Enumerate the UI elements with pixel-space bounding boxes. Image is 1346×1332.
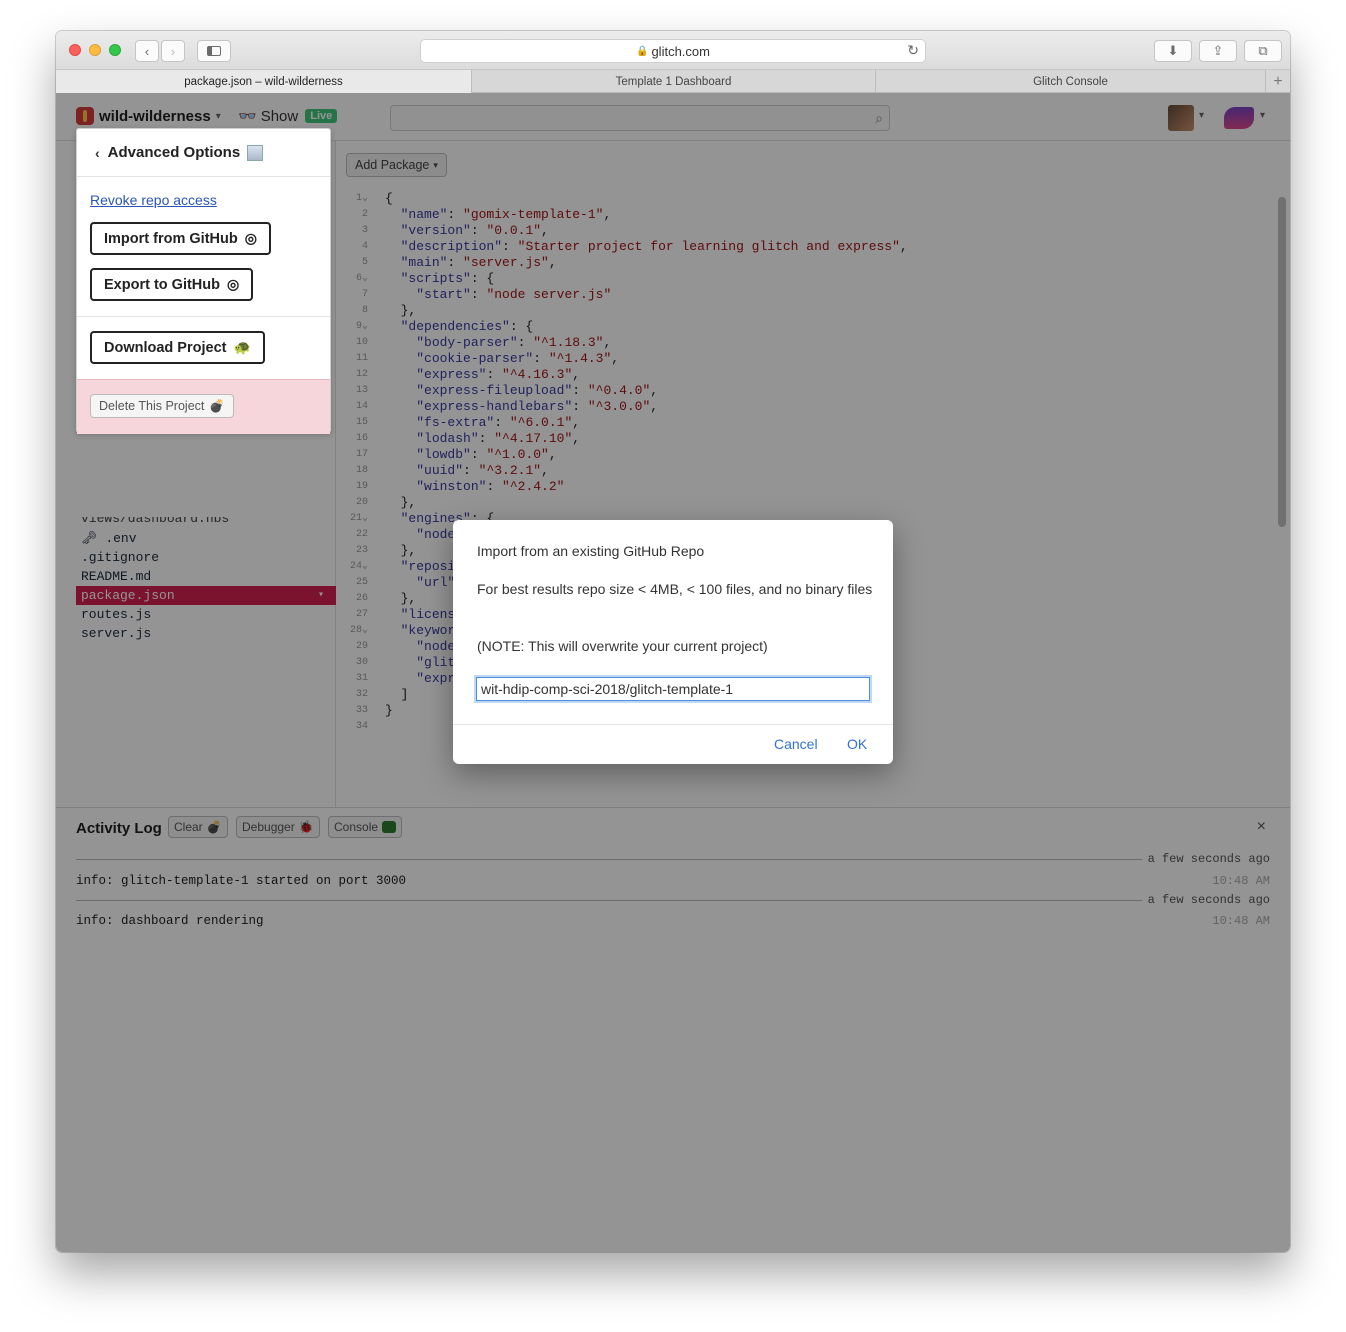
tower-icon [247,144,264,161]
repo-input[interactable] [476,677,870,701]
advanced-options-popover: ‹ Advanced Options Revoke repo access Im… [76,128,331,434]
github-icon: ◎ [244,230,257,246]
sidebar-toggle-button[interactable] [197,40,231,62]
tab-template-dashboard[interactable]: Template 1 Dashboard [472,70,876,93]
minimize-window-button[interactable] [89,44,101,56]
turtle-icon: 🐢 [233,339,251,355]
new-tab-button[interactable]: + [1266,70,1290,93]
downloads-button[interactable]: ⬇ [1154,40,1192,62]
export-github-button[interactable]: Export to GitHub ◎ [90,268,254,301]
chevron-left-icon: ‹ [144,43,150,59]
cancel-button[interactable]: Cancel [774,736,818,752]
forward-button[interactable]: › [161,40,185,62]
sidebar-icon [207,46,221,56]
zoom-window-button[interactable] [109,44,121,56]
dialog-note: (NOTE: This will overwrite your current … [477,638,768,654]
tab-package-json[interactable]: package.json – wild-wilderness [56,70,472,93]
dialog-hint: For best results repo size < 4MB, < 100 … [477,581,873,597]
ok-button[interactable]: OK [847,736,867,752]
bomb-icon: 💣 [209,398,225,413]
dialog-heading: Import from an existing GitHub Repo [477,543,705,559]
advanced-options-header[interactable]: ‹ Advanced Options [77,129,330,177]
import-repo-dialog: Import from an existing GitHub Repo For … [453,520,893,764]
delete-project-button[interactable]: Delete This Project 💣 [90,394,234,418]
divider [77,316,330,317]
tabs-icon: ⧉ [1258,43,1268,58]
github-icon: ◎ [227,276,240,292]
divider [453,724,893,725]
back-button[interactable]: ‹ [135,40,159,62]
reload-icon[interactable]: ↻ [907,42,919,59]
address-text: glitch.com [651,43,710,59]
revoke-repo-link[interactable]: Revoke repo access [90,192,217,208]
download-project-button[interactable]: Download Project 🐢 [90,331,265,364]
share-button[interactable]: ⇪ [1199,40,1237,62]
share-icon: ⇪ [1212,43,1224,58]
import-github-button[interactable]: Import from GitHub ◎ [90,222,271,255]
tab-overview-button[interactable]: ⧉ [1244,40,1282,62]
chevron-right-icon: › [170,43,176,59]
browser-toolbar: ‹ › 🔒 glitch.com ↻ ⬇ ⇪ ⧉ [56,31,1290,70]
lock-icon: 🔒 [636,45,649,57]
chevron-left-icon: ‹ [95,144,100,161]
danger-zone: Delete This Project 💣 [77,379,330,434]
close-window-button[interactable] [69,44,81,56]
download-icon: ⬇ [1167,43,1179,58]
tab-glitch-console[interactable]: Glitch Console [876,70,1266,93]
address-bar[interactable]: 🔒 glitch.com ↻ [420,39,926,63]
tab-bar: package.json – wild-wilderness Template … [56,70,1290,93]
